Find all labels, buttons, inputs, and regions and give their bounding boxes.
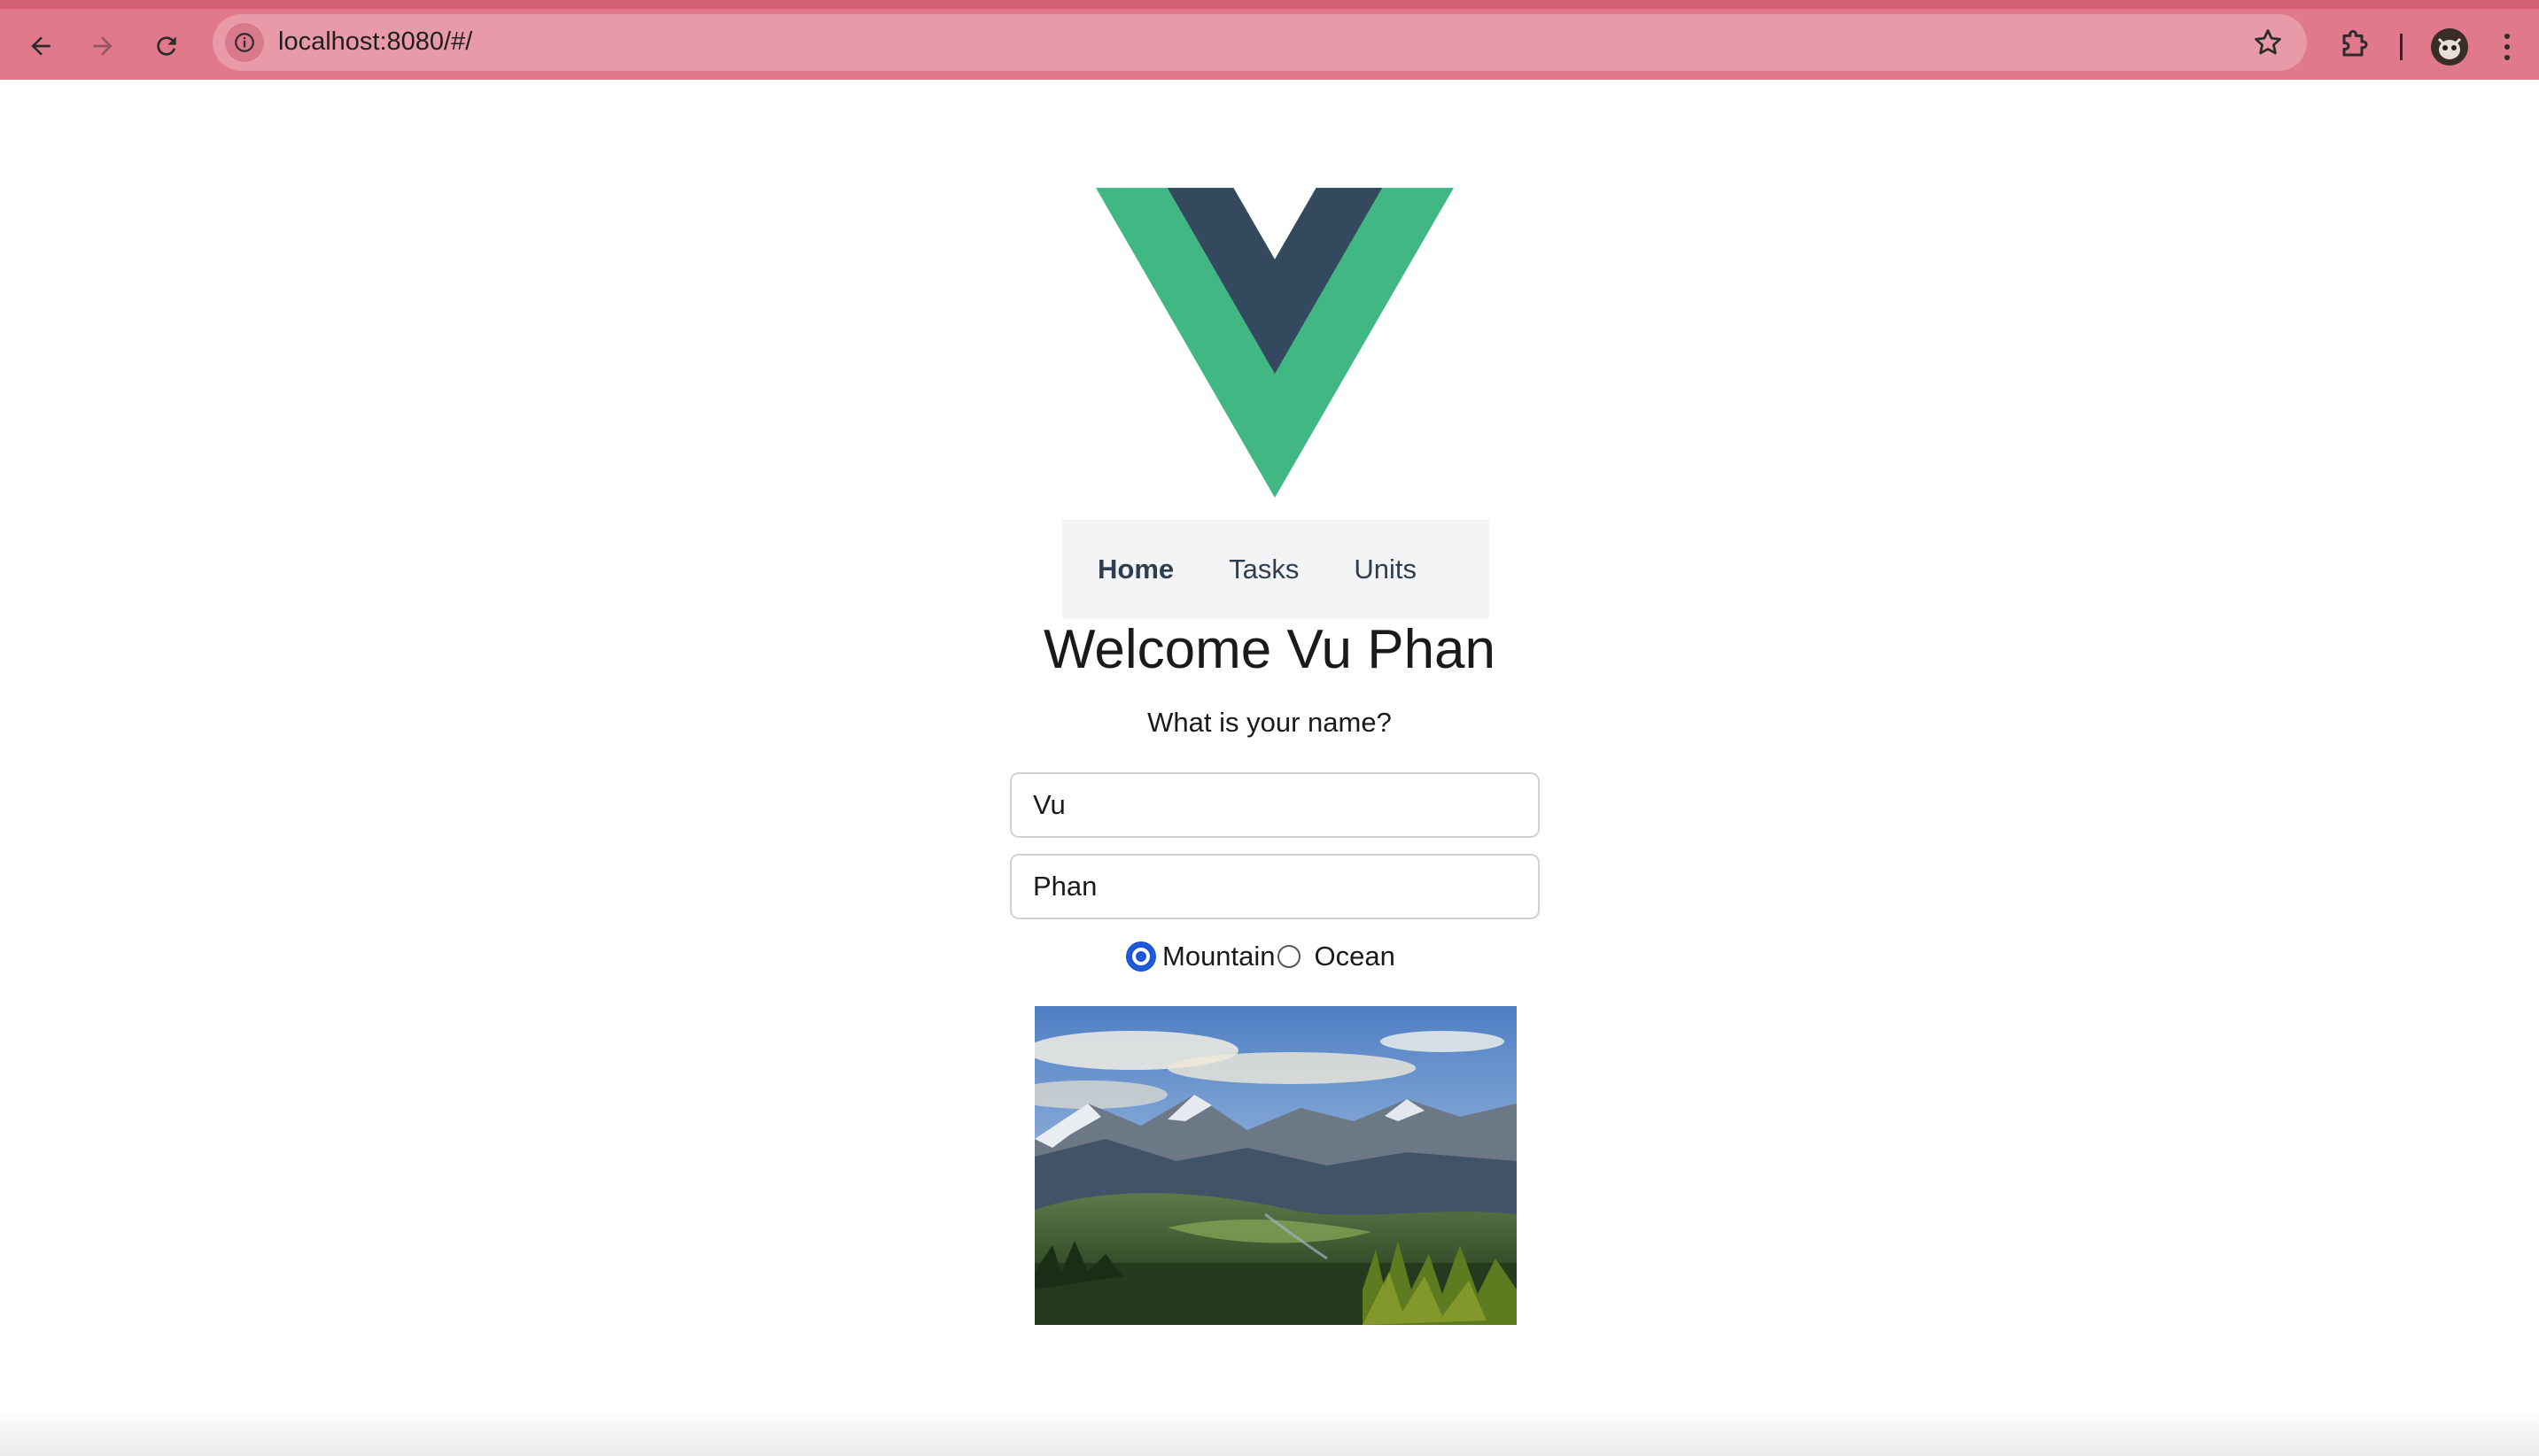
name-question: What is your name? [1147,707,1392,738]
toolbar-divider [2400,34,2403,60]
nav-link-units[interactable]: Units [1354,554,1417,585]
nav-link-tasks[interactable]: Tasks [1229,554,1299,585]
reload-button[interactable] [145,25,188,67]
arrow-right-icon [93,36,113,56]
mountain-landscape-image [1035,1006,1517,1325]
nav-link-home[interactable]: Home [1098,554,1174,585]
arrow-left-icon [31,36,50,56]
address-bar[interactable]: localhost:8080/#/ [213,14,2307,71]
browser-toolbar: localhost:8080/#/ [0,0,2539,80]
mountain-radio-label[interactable]: Mountain [1162,941,1276,972]
profile-avatar[interactable] [2431,28,2468,66]
first-name-input[interactable] [1010,772,1540,838]
reload-icon [157,36,176,56]
site-info-icon[interactable] [225,23,264,62]
extensions-puzzle-icon[interactable] [2335,28,2371,64]
last-name-input[interactable] [1010,854,1540,919]
back-button[interactable] [19,25,62,67]
kebab-menu-icon[interactable] [2500,30,2514,66]
scenery-radio-group: Mountain Ocean [1125,941,1395,972]
app-root: Home Tasks Units Welcome Vu Phan What is… [0,80,2539,1456]
ocean-radio[interactable] [1277,945,1301,968]
vue-logo [1096,188,1454,498]
mountain-radio[interactable] [1129,944,1153,969]
main-nav: Home Tasks Units [1062,520,1489,619]
page-bottom-shadow [0,1408,2539,1456]
welcome-heading: Welcome Vu Phan [1043,619,1496,680]
forward-button[interactable] [82,25,124,67]
url-text[interactable]: localhost:8080/#/ [278,27,472,57]
bookmark-star-icon[interactable] [2252,27,2284,58]
ocean-radio-label[interactable]: Ocean [1315,941,1395,972]
